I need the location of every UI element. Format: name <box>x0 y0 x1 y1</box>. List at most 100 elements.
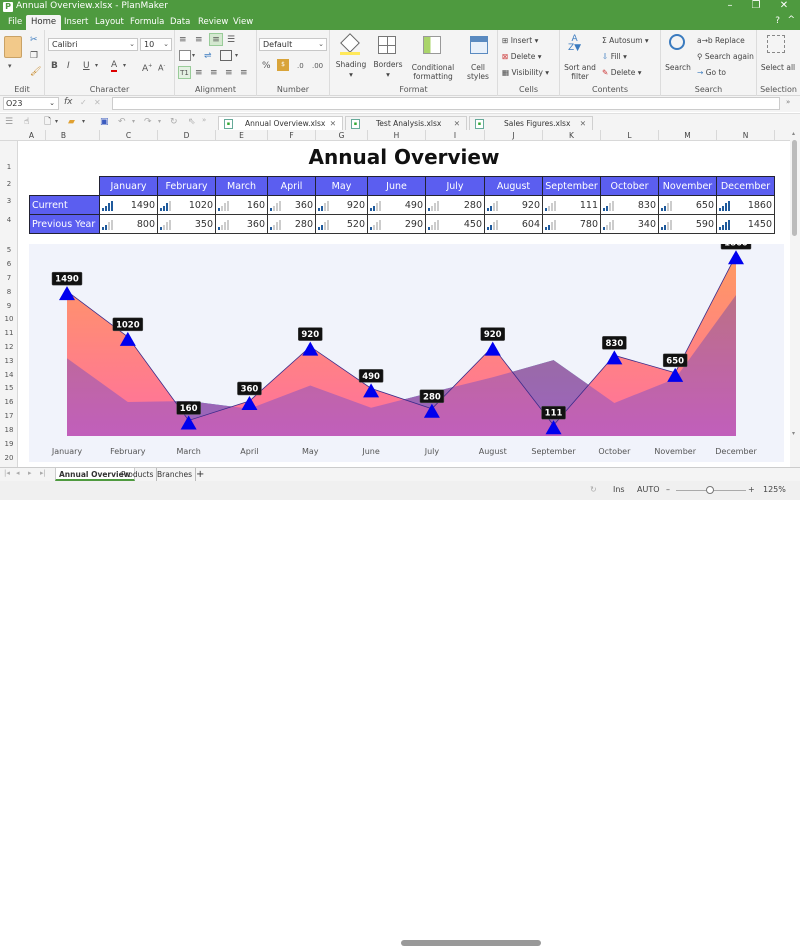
value-cell[interactable]: 290 <box>367 214 426 234</box>
more-icon[interactable]: » <box>202 114 206 126</box>
wrap-text-icon[interactable]: ⇌ <box>204 50 212 62</box>
column-header-n[interactable]: N <box>717 130 775 141</box>
merge-cells-icon[interactable] <box>220 50 232 61</box>
row-header-1[interactable]: 1 <box>0 163 18 171</box>
insert-mode[interactable]: Ins <box>613 485 625 494</box>
undo-dropdown-icon[interactable]: ▾ <box>132 116 135 128</box>
column-header-d[interactable]: D <box>158 130 216 141</box>
save-icon[interactable]: ▣ <box>100 116 109 128</box>
month-header[interactable]: November <box>658 176 717 196</box>
column-header-k[interactable]: K <box>543 130 601 141</box>
sheet-tab-branches[interactable]: Branches <box>154 468 196 481</box>
decrease-decimal-icon[interactable]: .00 <box>312 60 323 72</box>
month-header[interactable]: August <box>484 176 543 196</box>
delete-cells-button[interactable]: ⊠ Delete ▾ <box>502 52 542 61</box>
tab-file[interactable]: File <box>3 15 27 30</box>
row-header-10[interactable]: 10 <box>0 315 18 323</box>
month-header[interactable]: March <box>215 176 268 196</box>
zoom-out-button[interactable]: – <box>666 485 670 494</box>
column-header-j[interactable]: J <box>485 130 543 141</box>
merge-dropdown-icon[interactable]: ▾ <box>235 50 238 62</box>
column-header-i[interactable]: I <box>426 130 485 141</box>
cell-border-icon[interactable] <box>179 50 191 61</box>
increase-decimal-icon[interactable]: .0 <box>297 60 304 72</box>
align-right-icon[interactable]: ≡ <box>225 67 233 79</box>
last-sheet-icon[interactable]: ▸| <box>40 469 46 477</box>
value-cell[interactable]: 280 <box>267 214 316 234</box>
align-left-icon[interactable]: ≡ <box>195 67 203 79</box>
function-icon[interactable]: fx <box>64 97 73 107</box>
new-document-icon[interactable]: 🗋 <box>44 116 51 128</box>
row-header-8[interactable]: 8 <box>0 288 18 296</box>
align-justify-vertical-icon[interactable]: ☰ <box>227 34 235 46</box>
align-center-icon[interactable]: ≡ <box>210 67 218 79</box>
prev-sheet-icon[interactable]: ◂ <box>16 469 20 477</box>
month-header[interactable]: April <box>267 176 316 196</box>
value-cell[interactable]: 800 <box>99 214 158 234</box>
italic-button[interactable]: I <box>67 60 70 72</box>
value-cell[interactable]: 520 <box>315 214 368 234</box>
paste-icon[interactable] <box>4 36 22 58</box>
value-cell[interactable]: 490 <box>367 195 426 215</box>
expand-formula-icon[interactable]: » <box>786 98 790 106</box>
close-button[interactable]: ✕ <box>774 0 794 11</box>
month-header[interactable]: December <box>716 176 775 196</box>
font-color-button[interactable]: A <box>111 60 118 72</box>
value-cell[interactable]: 160 <box>215 195 268 215</box>
cut-icon[interactable]: ✂ <box>30 34 38 46</box>
currency-icon[interactable]: $ <box>277 59 289 71</box>
open-folder-icon[interactable]: ▰ <box>68 116 75 128</box>
font-name-select[interactable]: Calibri ⌄ <box>48 38 138 51</box>
month-header[interactable]: October <box>600 176 659 196</box>
doc-tab-sales-figures[interactable]: ▪ Sales Figures.xlsx ✕ <box>469 116 593 131</box>
help-button[interactable]: ? <box>775 16 780 26</box>
copy-icon[interactable]: ❐ <box>30 50 38 62</box>
number-format-select[interactable]: Default ⌄ <box>259 38 327 51</box>
close-tab-icon[interactable]: ✕ <box>330 117 336 131</box>
collapse-ribbon-button[interactable]: ^ <box>787 15 795 25</box>
paste-dropdown-icon[interactable]: ▾ <box>8 60 12 72</box>
sheet-tab-products[interactable]: Products <box>118 468 158 481</box>
visibility-button[interactable]: ▦ Visibility ▾ <box>502 68 549 77</box>
undo-icon[interactable]: ↶ <box>118 116 126 128</box>
tab-insert[interactable]: Insert <box>59 15 93 30</box>
font-color-dropdown-icon[interactable]: ▾ <box>123 60 126 72</box>
horizontal-scroll-thumb[interactable] <box>401 940 541 946</box>
row-header-11[interactable]: 11 <box>0 329 18 337</box>
column-header-g[interactable]: G <box>316 130 368 141</box>
cancel-icon[interactable]: ✕ <box>94 98 101 107</box>
goto-button[interactable]: → Go to <box>697 68 726 77</box>
format-painter-icon[interactable]: 🖌 <box>30 66 41 78</box>
close-tab-icon[interactable]: ✕ <box>454 117 460 131</box>
close-tab-icon[interactable]: ✕ <box>580 117 586 131</box>
next-sheet-icon[interactable]: ▸ <box>28 469 32 477</box>
row-header-6[interactable]: 6 <box>0 260 18 268</box>
redo-icon[interactable]: ↷ <box>144 116 152 128</box>
horizontal-scrollbar[interactable] <box>395 940 780 946</box>
value-cell[interactable]: 1860 <box>716 195 775 215</box>
value-cell[interactable]: 920 <box>484 195 543 215</box>
row-label[interactable]: Previous Year <box>29 214 100 234</box>
doc-tab-test-analysis[interactable]: ▪ Test Analysis.xlsx ✕ <box>345 116 467 131</box>
percent-icon[interactable]: % <box>262 60 271 72</box>
value-cell[interactable]: 1490 <box>99 195 158 215</box>
border-dropdown-icon[interactable]: ▾ <box>192 50 195 62</box>
doc-tab-annual-overview[interactable]: ▪ Annual Overview.xlsx ✕ <box>218 116 343 131</box>
first-sheet-icon[interactable]: |◂ <box>4 469 10 477</box>
month-header[interactable]: September <box>542 176 601 196</box>
value-cell[interactable]: 590 <box>658 214 717 234</box>
calc-mode[interactable]: AUTO <box>637 485 660 494</box>
underline-dropdown-icon[interactable]: ▾ <box>95 60 98 72</box>
tab-data[interactable]: Data <box>165 15 195 30</box>
row-header-9[interactable]: 9 <box>0 302 18 310</box>
value-cell[interactable]: 780 <box>542 214 601 234</box>
redo-dropdown-icon[interactable]: ▾ <box>158 116 161 128</box>
formula-input[interactable] <box>112 97 780 110</box>
repeat-icon[interactable]: ↻ <box>170 116 178 128</box>
area-chart[interactable]: 1490 1020 160 360 920 490 280 920 111 830 650 1860 J… <box>29 235 784 462</box>
row-header-7[interactable]: 7 <box>0 274 18 282</box>
row-header-17[interactable]: 17 <box>0 412 18 420</box>
bold-button[interactable]: B <box>51 60 58 72</box>
restore-button[interactable]: ❐ <box>746 0 766 11</box>
row-header-3[interactable]: 3 <box>0 197 18 205</box>
